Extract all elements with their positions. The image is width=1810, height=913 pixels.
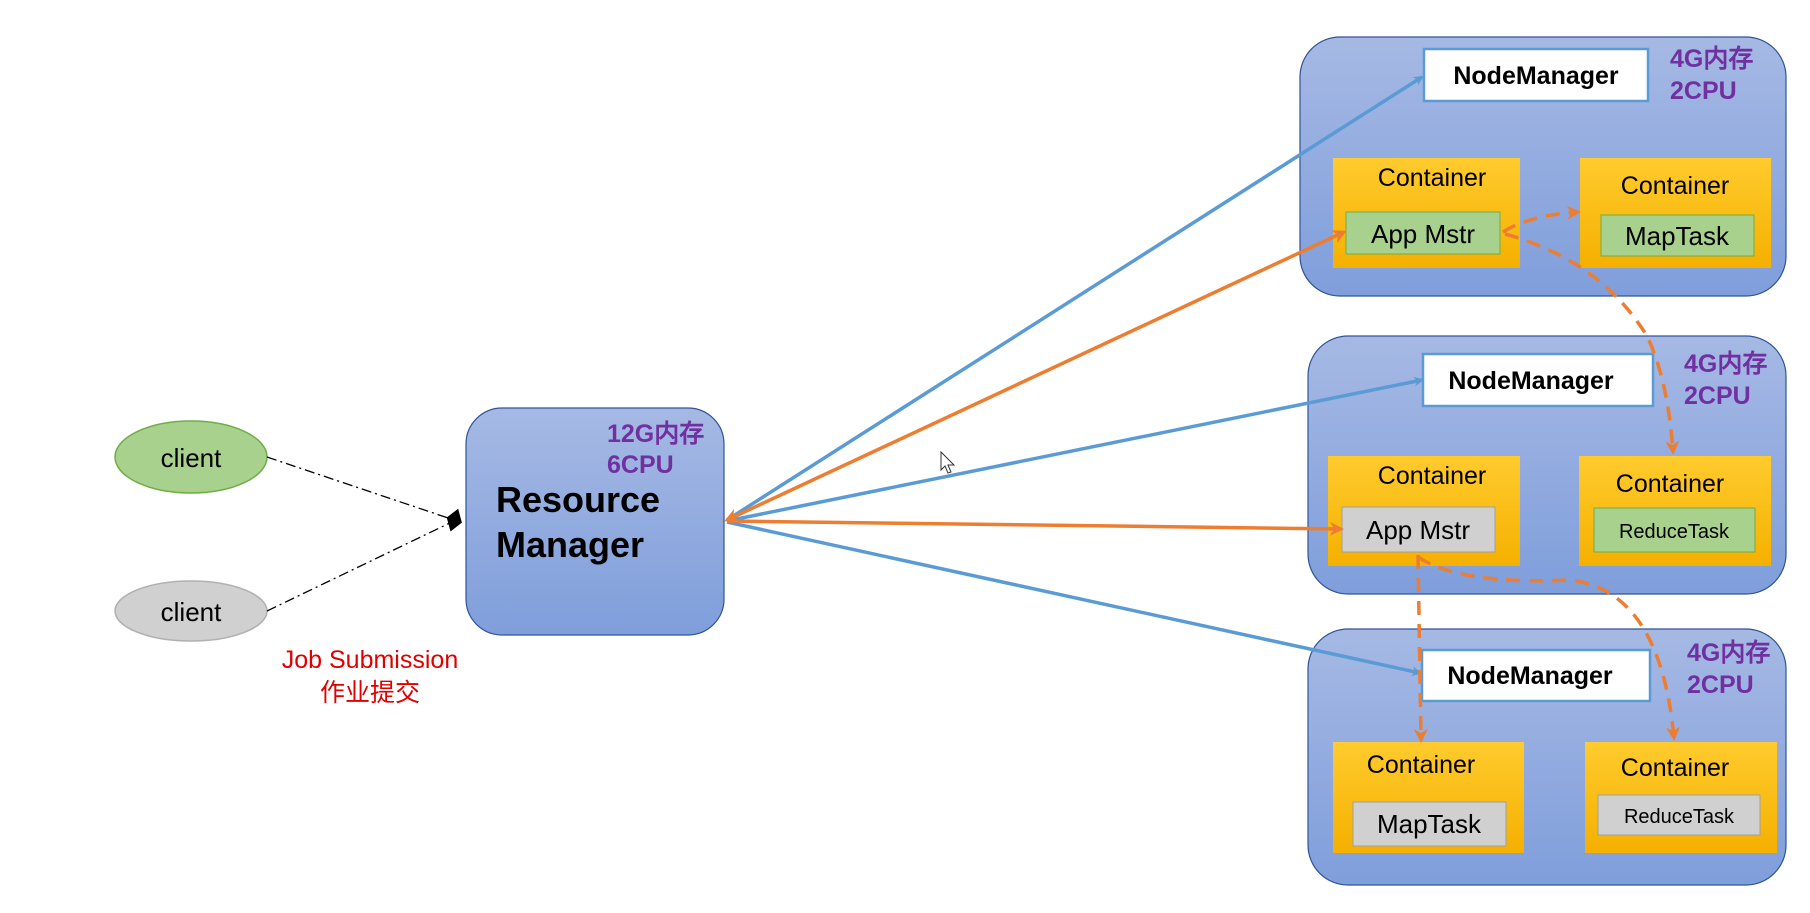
- task-app-master: App Mstr: [1371, 219, 1475, 249]
- rm-title-1: Resource: [496, 479, 660, 520]
- client-label: client: [161, 597, 222, 627]
- container-label: Container: [1616, 470, 1724, 498]
- rm-title-2: Manager: [496, 524, 644, 565]
- node-manager-title: NodeManager: [1448, 367, 1614, 395]
- node-3: NodeManager 4G内存 2CPU Container MapTask …: [1307, 628, 1787, 886]
- task-map: MapTask: [1625, 221, 1730, 251]
- rm-memory: 12G内存: [607, 420, 704, 448]
- rm-app-master-2-arrow: [726, 519, 1344, 536]
- node-2: NodeManager 4G内存 2CPU Container App Mstr…: [1307, 335, 1787, 595]
- task-reduce: ReduceTask: [1624, 806, 1735, 828]
- client-label: client: [161, 443, 222, 473]
- container-label: Container: [1621, 172, 1729, 200]
- node-manager-title: NodeManager: [1453, 62, 1619, 90]
- job-submission-label: Job Submission: [282, 646, 458, 674]
- node-memory: 4G内存: [1684, 350, 1767, 378]
- rm-app-master-1-arrow: [724, 230, 1347, 522]
- client-1-submit-line: [266, 456, 462, 532]
- container-label: Container: [1378, 462, 1486, 490]
- client-node-2: client: [114, 580, 268, 642]
- yarn-diagram: client client Job Submission 作业提交 12G内存 …: [114, 36, 1787, 886]
- container-label: Container: [1621, 754, 1729, 782]
- container-label: Container: [1367, 751, 1475, 779]
- node-cpu: 2CPU: [1670, 77, 1737, 105]
- node-cpu: 2CPU: [1684, 382, 1751, 410]
- rm-cpu: 6CPU: [607, 451, 674, 479]
- task-reduce: ReduceTask: [1619, 521, 1730, 543]
- resource-manager: 12G内存 6CPU Resource Manager: [465, 407, 725, 636]
- node-1: NodeManager 4G内存 2CPU Container App Mstr…: [1299, 36, 1787, 297]
- client-2-submit-line: [266, 519, 457, 612]
- node-memory: 4G内存: [1670, 45, 1753, 73]
- node-memory: 4G内存: [1687, 639, 1770, 667]
- mouse-cursor-icon: [940, 450, 956, 474]
- task-app-master: App Mstr: [1366, 515, 1470, 545]
- container-label: Container: [1378, 164, 1486, 192]
- task-map: MapTask: [1377, 809, 1482, 839]
- job-submission-label-zh: 作业提交: [320, 679, 420, 707]
- client-node-1: client: [114, 420, 268, 494]
- node-manager-title: NodeManager: [1447, 662, 1613, 690]
- node-cpu: 2CPU: [1687, 671, 1754, 699]
